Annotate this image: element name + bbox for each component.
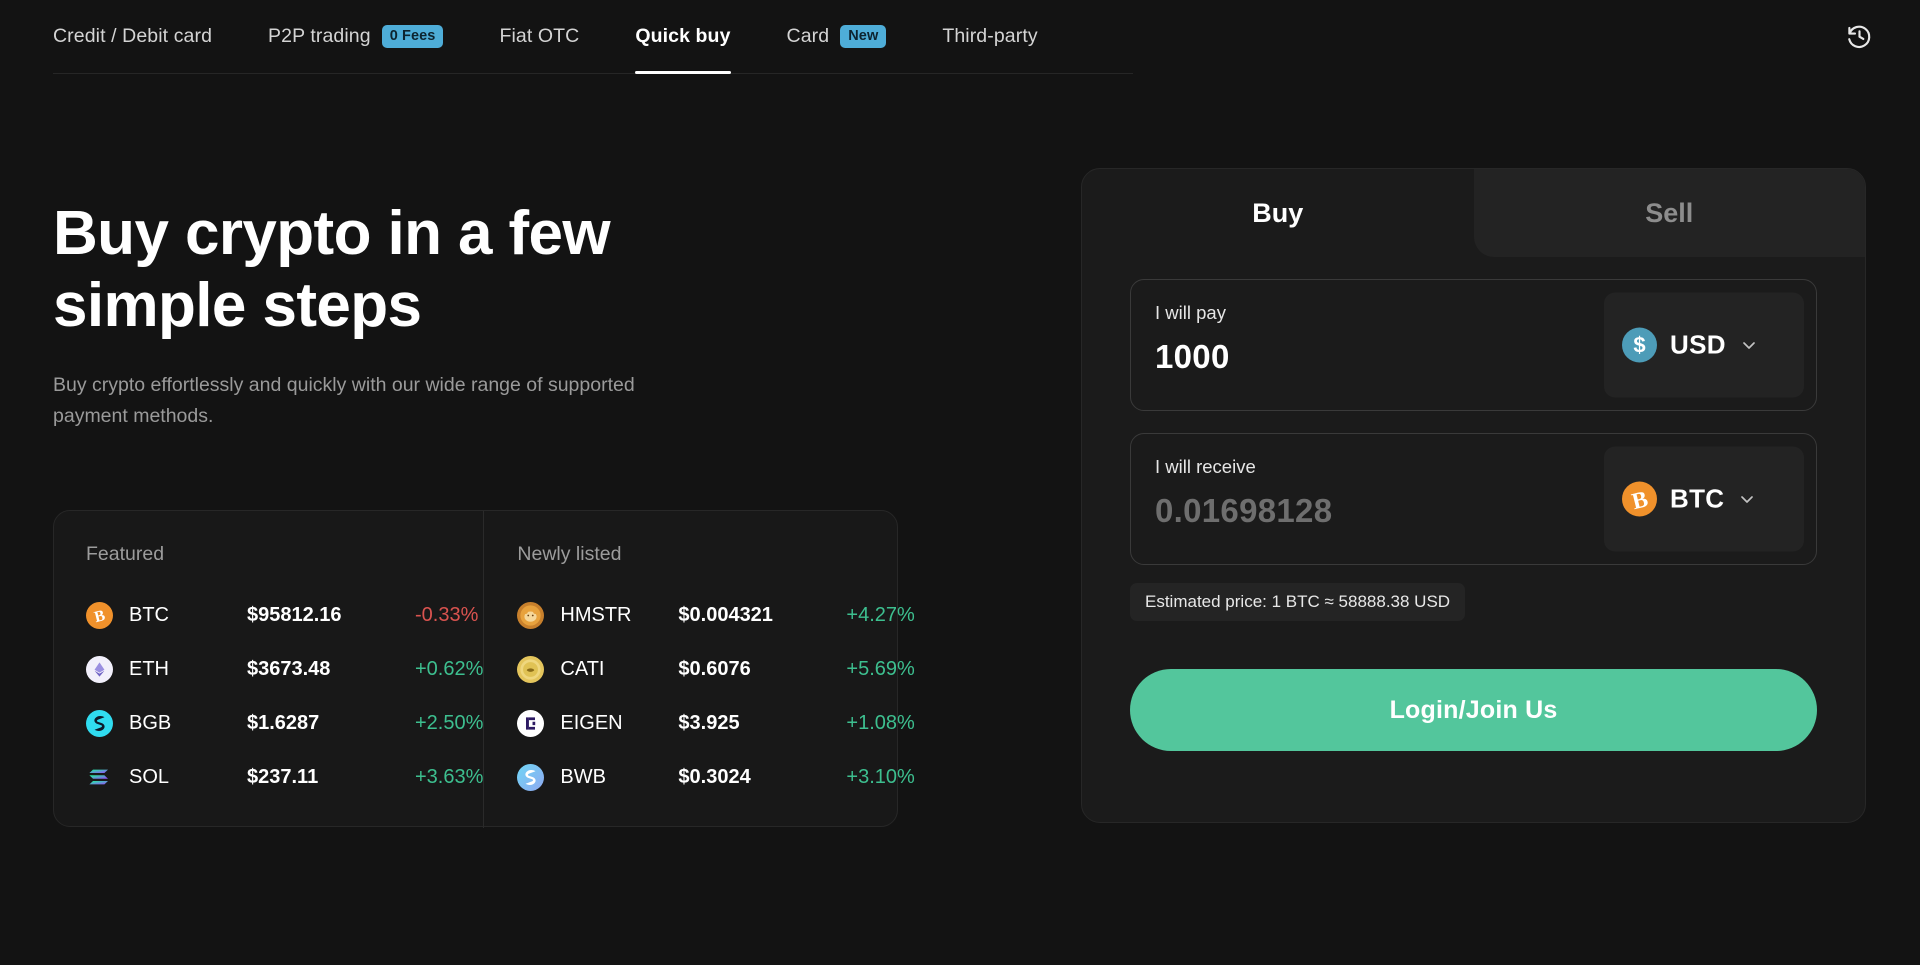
tab-sell[interactable]: Sell bbox=[1474, 169, 1866, 257]
chevron-down-icon bbox=[1737, 489, 1757, 509]
page-title-line1: Buy crypto in a few bbox=[53, 199, 610, 268]
cati-icon bbox=[517, 656, 544, 683]
nav-tab-label: Fiat OTC bbox=[499, 25, 579, 48]
coin-change: +0.62% bbox=[415, 658, 483, 681]
pay-currency-label: USD bbox=[1670, 330, 1726, 361]
tab-buy-label: Buy bbox=[1252, 198, 1303, 229]
coin-symbol: BWB bbox=[560, 766, 678, 789]
list-item[interactable]: CATI $0.6076 +5.69% bbox=[517, 642, 914, 696]
sol-icon bbox=[86, 764, 113, 791]
login-join-button[interactable]: Login/Join Us bbox=[1130, 669, 1817, 751]
list-item[interactable]: SOL $237.11 +3.63% bbox=[86, 750, 483, 804]
bwb-icon bbox=[517, 764, 544, 791]
bgb-icon bbox=[86, 710, 113, 737]
coin-change: +4.27% bbox=[846, 604, 914, 627]
nav-tab-label: Credit / Debit card bbox=[53, 25, 212, 48]
nav-badge-new: New bbox=[840, 25, 886, 48]
nav-tab-label: Card bbox=[787, 25, 830, 48]
pay-currency-selector[interactable]: $ USD bbox=[1604, 293, 1804, 398]
coin-price: $0.004321 bbox=[678, 604, 846, 627]
quick-buy-page: Credit / Debit card P2P trading 0 Fees F… bbox=[0, 0, 1920, 965]
nav-tab-list: Credit / Debit card P2P trading 0 Fees F… bbox=[53, 0, 1133, 74]
nav-tab-credit-debit-card[interactable]: Credit / Debit card bbox=[53, 0, 212, 74]
svg-text:B: B bbox=[1629, 486, 1650, 515]
coin-change: +3.10% bbox=[846, 766, 914, 789]
receive-field[interactable]: I will receive 0.01698128 B BTC bbox=[1130, 433, 1817, 565]
coin-price: $0.3024 bbox=[678, 766, 846, 789]
coin-price: $1.6287 bbox=[247, 712, 415, 735]
coin-change: +2.50% bbox=[415, 712, 483, 735]
page-subtitle: Buy crypto effortlessly and quickly with… bbox=[53, 370, 713, 432]
coin-price: $0.6076 bbox=[678, 658, 846, 681]
trade-form: I will pay 1000 $ USD I will receive 0.0… bbox=[1082, 279, 1865, 751]
receive-currency-label: BTC bbox=[1670, 484, 1724, 515]
nav-tab-label: Quick buy bbox=[635, 25, 730, 48]
usd-icon: $ bbox=[1622, 328, 1657, 363]
hmstr-icon bbox=[517, 602, 544, 629]
list-item[interactable]: BGB $1.6287 +2.50% bbox=[86, 696, 483, 750]
eth-icon bbox=[86, 656, 113, 683]
hero-section: Buy crypto in a fewsimple steps Buy cryp… bbox=[53, 198, 913, 431]
estimated-price: Estimated price: 1 BTC ≈ 58888.38 USD bbox=[1130, 583, 1465, 621]
svg-text:B: B bbox=[93, 606, 108, 625]
coin-symbol: HMSTR bbox=[560, 604, 678, 627]
nav-tab-quick-buy[interactable]: Quick buy bbox=[635, 0, 730, 74]
btc-icon: B bbox=[1622, 482, 1657, 517]
coin-symbol: EIGEN bbox=[560, 712, 678, 735]
page-title: Buy crypto in a fewsimple steps bbox=[53, 198, 773, 342]
coin-symbol: ETH bbox=[129, 658, 247, 681]
tab-buy[interactable]: Buy bbox=[1082, 169, 1474, 257]
coin-price: $3.925 bbox=[678, 712, 846, 735]
market-overview-card: Featured B BTC $95812.16 -0.33% ETH $367… bbox=[53, 510, 898, 827]
top-navigation: Credit / Debit card P2P trading 0 Fees F… bbox=[0, 0, 1920, 74]
order-history-button[interactable] bbox=[1838, 15, 1880, 57]
coin-price: $95812.16 bbox=[247, 604, 415, 627]
nav-badge-zero-fees: 0 Fees bbox=[382, 25, 444, 48]
history-icon bbox=[1846, 23, 1873, 50]
nav-tab-label: Third-party bbox=[942, 25, 1037, 48]
eigen-icon bbox=[517, 710, 544, 737]
coin-change: -0.33% bbox=[415, 604, 478, 627]
coin-change: +5.69% bbox=[846, 658, 914, 681]
list-item[interactable]: B BTC $95812.16 -0.33% bbox=[86, 588, 483, 642]
newly-listed-heading: Newly listed bbox=[517, 543, 914, 566]
chevron-down-icon bbox=[1739, 335, 1759, 355]
btc-icon: B bbox=[86, 602, 113, 629]
coin-price: $237.11 bbox=[247, 766, 415, 789]
featured-column: Featured B BTC $95812.16 -0.33% ETH $367… bbox=[54, 511, 483, 826]
receive-currency-selector[interactable]: B BTC bbox=[1604, 447, 1804, 552]
coin-change: +1.08% bbox=[846, 712, 914, 735]
tab-sell-label: Sell bbox=[1645, 198, 1693, 229]
page-title-line2: simple steps bbox=[53, 271, 421, 340]
nav-tab-card[interactable]: Card New bbox=[787, 0, 887, 74]
coin-symbol: SOL bbox=[129, 766, 247, 789]
coin-symbol: CATI bbox=[560, 658, 678, 681]
nav-tab-third-party[interactable]: Third-party bbox=[942, 0, 1037, 74]
nav-tab-p2p-trading[interactable]: P2P trading 0 Fees bbox=[268, 0, 443, 74]
coin-price: $3673.48 bbox=[247, 658, 415, 681]
buy-sell-tabs: Buy Sell bbox=[1082, 169, 1865, 257]
coin-symbol: BTC bbox=[129, 604, 247, 627]
list-item[interactable]: ETH $3673.48 +0.62% bbox=[86, 642, 483, 696]
nav-tab-label: P2P trading bbox=[268, 25, 371, 48]
pay-field[interactable]: I will pay 1000 $ USD bbox=[1130, 279, 1817, 411]
newly-listed-column: Newly listed HMSTR $0.004321 +4.27% bbox=[483, 511, 914, 826]
coin-change: +3.63% bbox=[415, 766, 483, 789]
list-item[interactable]: HMSTR $0.004321 +4.27% bbox=[517, 588, 914, 642]
nav-tab-fiat-otc[interactable]: Fiat OTC bbox=[499, 0, 579, 74]
list-item[interactable]: EIGEN $3.925 +1.08% bbox=[517, 696, 914, 750]
list-item[interactable]: BWB $0.3024 +3.10% bbox=[517, 750, 914, 804]
quick-buy-widget: Buy Sell I will pay 1000 $ USD bbox=[1081, 168, 1866, 823]
coin-symbol: BGB bbox=[129, 712, 247, 735]
featured-heading: Featured bbox=[86, 543, 483, 566]
